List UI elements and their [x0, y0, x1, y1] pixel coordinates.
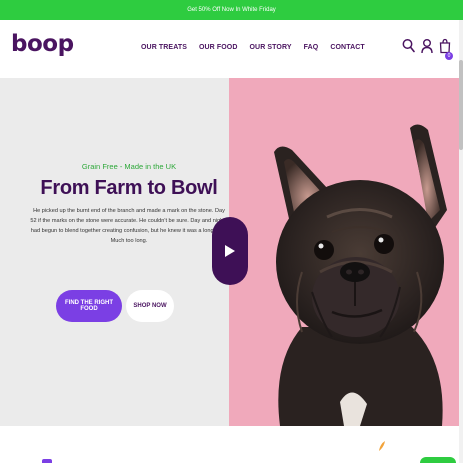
account-icon[interactable] [421, 38, 433, 54]
find-right-food-button[interactable]: FIND THE RIGHT FOOD [56, 290, 122, 322]
french-bulldog-photo [274, 124, 447, 426]
site-header: boop OUR TREATS OUR FOOD OUR STORY FAQ C… [0, 20, 463, 78]
hero-body: He picked up the burnt end of the branch… [30, 208, 228, 244]
leaf-icon [379, 441, 385, 451]
play-icon [225, 245, 235, 257]
scroll-thumb[interactable] [459, 60, 463, 150]
section-accent-right [420, 457, 456, 463]
nav-item-our-food[interactable]: OUR FOOD [199, 44, 238, 51]
cart-button[interactable]: 0 [439, 38, 453, 60]
next-section [0, 426, 463, 463]
nav-item-our-story[interactable]: OUR STORY [250, 44, 292, 51]
search-icon[interactable] [402, 38, 415, 54]
hero-section: Grain Free - Made in the UK From Farm to… [0, 78, 463, 426]
main-nav: OUR TREATS OUR FOOD OUR STORY FAQ CONTAC… [141, 44, 365, 51]
hero-buttons: FIND THE RIGHT FOOD SHOP NOW [56, 290, 174, 322]
section-accent-left [42, 459, 52, 463]
nav-item-faq[interactable]: FAQ [304, 44, 319, 51]
page-scrollbar[interactable] [459, 20, 463, 463]
nav-item-our-treats[interactable]: OUR TREATS [141, 44, 187, 51]
hero-eyebrow: Grain Free - Made in the UK [81, 162, 177, 171]
nav-item-contact[interactable]: CONTACT [330, 44, 364, 51]
header-icons: 0 [402, 38, 453, 60]
play-video-button[interactable] [212, 217, 248, 285]
cart-count-badge: 0 [445, 52, 453, 60]
shop-now-button[interactable]: SHOP NOW [126, 290, 174, 322]
promo-text: Get 50% Off Now In White Friday [187, 7, 276, 13]
hero-text-block: Grain Free - Made in the UK From Farm to… [30, 162, 228, 246]
hero-title: From Farm to Bowl [40, 177, 218, 199]
brand-logo[interactable]: boop [11, 31, 74, 57]
promo-banner[interactable]: Get 50% Off Now In White Friday [0, 0, 463, 20]
